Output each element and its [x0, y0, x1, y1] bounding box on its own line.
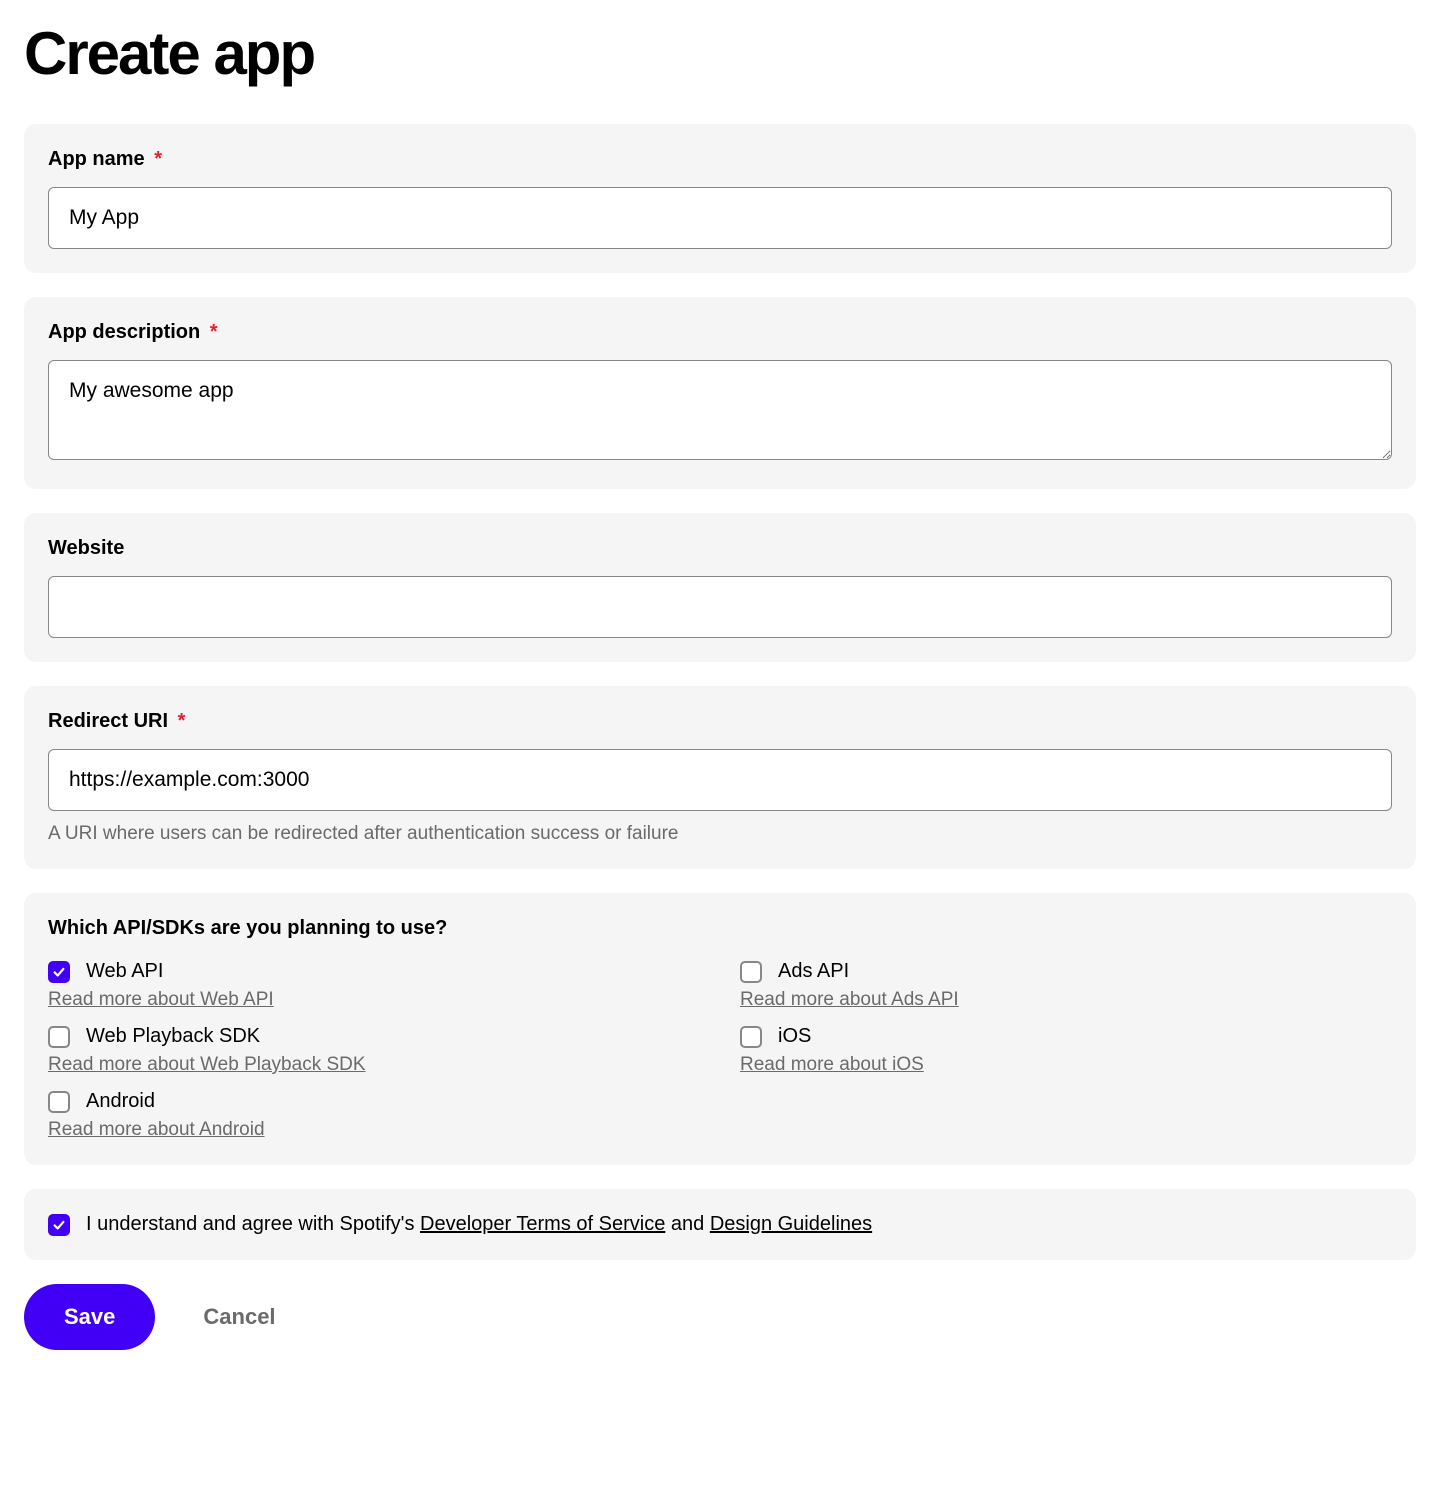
read-more-ads-api[interactable]: Read more about Ads API	[740, 989, 959, 1011]
api-sdk-label: Which API/SDKs are you planning to use?	[48, 917, 1392, 940]
checkbox-label: Android	[86, 1090, 155, 1113]
read-more-web-playback-sdk[interactable]: Read more about Web Playback SDK	[48, 1054, 366, 1076]
checkbox-agreement[interactable]	[48, 1214, 70, 1236]
api-sdk-card: Which API/SDKs are you planning to use? …	[24, 893, 1416, 1165]
checkbox-item-android: Android Read more about Android	[48, 1090, 700, 1141]
read-more-ios[interactable]: Read more about iOS	[740, 1054, 924, 1076]
page-title: Create app	[24, 24, 1416, 84]
cancel-button[interactable]: Cancel	[203, 1304, 275, 1330]
redirect-uri-label: Redirect URI *	[48, 710, 1392, 733]
website-label: Website	[48, 537, 1392, 560]
checkbox-label: Ads API	[778, 960, 849, 983]
website-input[interactable]	[48, 576, 1392, 638]
required-marker: *	[154, 148, 162, 170]
app-description-card: App description * My awesome app	[24, 297, 1416, 489]
checkbox-label: Web API	[86, 960, 163, 983]
terms-of-service-link[interactable]: Developer Terms of Service	[420, 1213, 665, 1235]
required-marker: *	[178, 710, 186, 732]
checkbox-row: Web Playback SDK	[48, 1025, 700, 1048]
checkbox-row: iOS	[740, 1025, 1392, 1048]
checkbox-web-api[interactable]	[48, 961, 70, 983]
app-name-input[interactable]	[48, 187, 1392, 249]
checkbox-item-web-api: Web API Read more about Web API	[48, 960, 700, 1011]
redirect-uri-card: Redirect URI * A URI where users can be …	[24, 686, 1416, 869]
app-description-input[interactable]: My awesome app	[48, 360, 1392, 460]
save-button[interactable]: Save	[24, 1284, 155, 1350]
checkbox-label: Web Playback SDK	[86, 1025, 260, 1048]
redirect-uri-label-text: Redirect URI	[48, 710, 168, 732]
required-marker: *	[210, 321, 218, 343]
app-description-label-text: App description	[48, 321, 200, 343]
check-icon	[52, 965, 66, 979]
read-more-android[interactable]: Read more about Android	[48, 1119, 265, 1141]
agreement-text: I understand and agree with Spotify's De…	[86, 1213, 872, 1236]
app-description-label: App description *	[48, 321, 1392, 344]
checkbox-web-playback-sdk[interactable]	[48, 1026, 70, 1048]
redirect-uri-input[interactable]	[48, 749, 1392, 811]
app-name-label-text: App name	[48, 148, 145, 170]
checkbox-row: Web API	[48, 960, 700, 983]
checkbox-item-ios: iOS Read more about iOS	[740, 1025, 1392, 1076]
website-label-text: Website	[48, 537, 124, 559]
checkbox-row: Android	[48, 1090, 700, 1113]
check-icon	[52, 1218, 66, 1232]
checkbox-ios[interactable]	[740, 1026, 762, 1048]
checkbox-android[interactable]	[48, 1091, 70, 1113]
agreement-prefix: I understand and agree with Spotify's	[86, 1213, 420, 1235]
button-row: Save Cancel	[24, 1284, 1416, 1350]
website-card: Website	[24, 513, 1416, 662]
api-sdk-grid: Web API Read more about Web API Ads API …	[48, 960, 1392, 1141]
app-name-label: App name *	[48, 148, 1392, 171]
redirect-uri-helper: A URI where users can be redirected afte…	[48, 823, 1392, 845]
checkbox-item-ads-api: Ads API Read more about Ads API	[740, 960, 1392, 1011]
checkbox-row: Ads API	[740, 960, 1392, 983]
agreement-middle: and	[665, 1213, 709, 1235]
agreement-row: I understand and agree with Spotify's De…	[48, 1213, 1392, 1236]
checkbox-label: iOS	[778, 1025, 811, 1048]
read-more-web-api[interactable]: Read more about Web API	[48, 989, 274, 1011]
checkbox-ads-api[interactable]	[740, 961, 762, 983]
agreement-card: I understand and agree with Spotify's De…	[24, 1189, 1416, 1260]
app-name-card: App name *	[24, 124, 1416, 273]
checkbox-item-web-playback-sdk: Web Playback SDK Read more about Web Pla…	[48, 1025, 700, 1076]
design-guidelines-link[interactable]: Design Guidelines	[710, 1213, 872, 1235]
